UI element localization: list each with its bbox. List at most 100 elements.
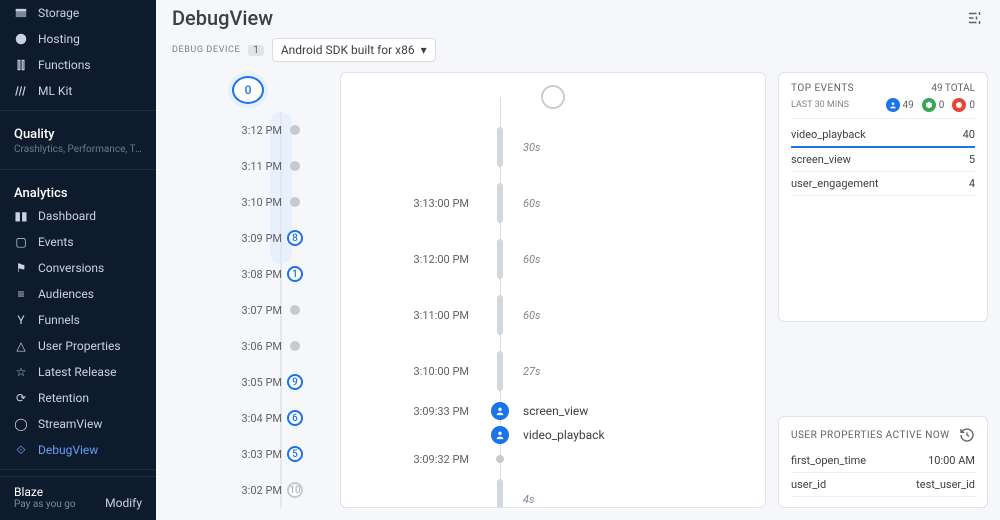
minute-time: 3:07 PM — [242, 304, 282, 317]
minute-marker — [290, 197, 300, 207]
top-events-card: TOP EVENTS 49 TOTAL LAST 30 MINS 4900 vi… — [778, 72, 988, 322]
top-event-row[interactable]: screen_view 5 — [791, 148, 975, 172]
section-analytics[interactable]: Analytics — [0, 176, 156, 203]
minute-time: 3:04 PM — [242, 412, 282, 425]
minute-row[interactable]: 3:10 PM — [168, 184, 328, 220]
minute-marker — [290, 125, 300, 135]
minute-row[interactable]: 3:05 PM9 — [168, 364, 328, 400]
user-prop-value: 10:00 AM — [928, 454, 975, 467]
sidebar-item-funnels[interactable]: YFunnels — [0, 307, 156, 333]
sidebar-item-events[interactable]: ▢Events — [0, 229, 156, 255]
device-count: 1 — [248, 45, 264, 56]
top-events-sub: LAST 30 MINS — [791, 100, 849, 110]
history-icon[interactable] — [959, 427, 975, 443]
functions-icon — [14, 58, 28, 72]
sidebar-item-streamview[interactable]: ◯StreamView — [0, 411, 156, 437]
seconds-event-row[interactable]: video_playback — [355, 423, 751, 447]
user-prop-row[interactable]: user_idtest_user_id — [791, 473, 975, 497]
tune-icon[interactable] — [966, 9, 984, 27]
event-type-chip[interactable]: 49 — [886, 98, 914, 112]
sidebar-item-user-properties[interactable]: △User Properties — [0, 333, 156, 359]
minute-row[interactable]: 3:11 PM — [168, 148, 328, 184]
sidebar-item-label: Latest Release — [38, 365, 117, 379]
minute-timeline: 0 3:12 PM3:11 PM3:10 PM3:09 PM83:08 PM13… — [168, 72, 328, 508]
sidebar-item-conversions[interactable]: ⚑ Conversions — [0, 255, 156, 281]
sidebar-item-storage[interactable]: Storage — [0, 0, 156, 26]
top-event-name: video_playback — [791, 128, 866, 141]
minute-current-circle[interactable]: 0 — [232, 76, 264, 104]
sidebar-item-dashboard[interactable]: ▮▮Dashboard — [0, 203, 156, 229]
minute-row[interactable]: 3:12 PM — [168, 112, 328, 148]
analytics-2-icon: ⚑ — [14, 261, 28, 275]
sidebar-item-mlkit[interactable]: ML Kit — [0, 78, 156, 104]
seconds-timeline-panel: 30s3:13:00 PM60s3:12:00 PM60s3:11:00 PM6… — [340, 72, 766, 508]
top-event-name: screen_view — [791, 153, 851, 166]
sidebar-item-label: DebugView — [38, 443, 98, 457]
minute-time: 3:03 PM — [242, 448, 282, 461]
sidebar-item-label: Storage — [38, 6, 79, 20]
mlkit-icon — [14, 84, 28, 98]
minute-row[interactable]: 3:07 PM — [168, 292, 328, 328]
minute-time: 3:08 PM — [242, 268, 282, 281]
event-type-chip[interactable]: 0 — [922, 98, 945, 112]
user-props-title: USER PROPERTIES ACTIVE NOW — [791, 430, 950, 441]
sidebar-item-functions[interactable]: Functions — [0, 52, 156, 78]
content: 0 3:12 PM3:11 PM3:10 PM3:09 PM83:08 PM13… — [156, 72, 1000, 520]
minute-row[interactable]: 3:08 PM1 — [168, 256, 328, 292]
analytics-6-icon: ☆ — [14, 365, 28, 379]
seconds-head-circle — [541, 85, 565, 109]
device-select[interactable]: Android SDK built for x86 ▾ — [272, 38, 436, 62]
minute-row[interactable]: 3:04 PM6 — [168, 400, 328, 436]
plan-name: Blaze — [14, 485, 76, 499]
seconds-time: 3:12:00 PM — [355, 253, 485, 266]
right-column: TOP EVENTS 49 TOTAL LAST 30 MINS 4900 vi… — [778, 72, 988, 508]
seconds-event-row[interactable]: 3:09:32 PM — [355, 447, 751, 471]
user-prop-row[interactable]: first_open_time 10:00 AM — [791, 449, 975, 473]
top-event-count: 40 — [963, 128, 975, 141]
section-quality[interactable]: Quality — [0, 117, 156, 144]
minute-row[interactable]: 3:06 PM — [168, 328, 328, 364]
event-dot-icon — [491, 402, 509, 420]
seconds-gap-row: 3:13:00 PM60s — [355, 175, 751, 231]
modify-button[interactable]: Modify — [105, 496, 142, 510]
chip-count: 49 — [903, 100, 914, 111]
top-event-count: 5 — [969, 153, 975, 166]
top-event-row[interactable]: user_engagement4 — [791, 172, 975, 196]
minute-row[interactable]: 3:09 PM 8 — [168, 220, 328, 256]
seconds-gap-note: 60s — [515, 253, 541, 266]
sidebar-item-hosting[interactable]: Hosting — [0, 26, 156, 52]
chip-count: 0 — [969, 100, 975, 111]
sidebar-item-retention[interactable]: ⟳Retention — [0, 385, 156, 411]
analytics-8-icon: ◯ — [14, 417, 28, 431]
device-row: DEBUG DEVICE 1 Android SDK built for x86… — [156, 30, 1000, 72]
section-quality-sub: Crashlytics, Performance, Test La... — [0, 144, 156, 163]
minute-marker — [290, 161, 300, 171]
plan-sub: Pay as you go — [14, 499, 76, 510]
seconds-time: 3:10:00 PM — [355, 365, 485, 378]
sidebar-item-label: User Properties — [38, 339, 121, 353]
minute-time: 3:02 PM — [242, 484, 282, 497]
event-type-chip[interactable]: 0 — [952, 98, 975, 112]
chevron-down-icon: ▾ — [421, 43, 427, 57]
minute-row[interactable]: 3:03 PM 5 — [168, 436, 328, 472]
minute-row[interactable]: 3:02 PM10 — [168, 472, 328, 508]
analytics-7-icon: ⟳ — [14, 391, 28, 405]
seconds-event-row[interactable]: 3:09:33 PMscreen_view — [355, 399, 751, 423]
sidebar-item-label: Conversions — [38, 261, 104, 275]
user-prop-key: first_open_time — [791, 454, 866, 467]
sidebar-item-latest-release[interactable]: ☆ Latest Release — [0, 359, 156, 385]
minute-marker: 5 — [287, 446, 303, 462]
top-event-row[interactable]: video_playback 40 — [791, 123, 975, 148]
analytics-3-icon: ≡ — [14, 287, 28, 301]
minute-time: 3:09 PM — [242, 232, 282, 245]
user-properties-card: USER PROPERTIES ACTIVE NOW first_open_ti… — [778, 416, 988, 508]
seconds-time: 3:13:00 PM — [355, 197, 485, 210]
minute-marker: 8 — [287, 230, 303, 246]
event-time: 3:09:32 PM — [355, 453, 485, 466]
sidebar-item-debugview[interactable]: ⟐DebugView — [0, 437, 156, 463]
minute-marker: 9 — [287, 374, 303, 390]
seconds-gap-row: 4s — [355, 471, 751, 507]
sidebar: Storage HostingFunctionsML Kit Quality Cr… — [0, 0, 156, 520]
sidebar-item-audiences[interactable]: ≡Audiences — [0, 281, 156, 307]
minute-marker — [290, 305, 300, 315]
